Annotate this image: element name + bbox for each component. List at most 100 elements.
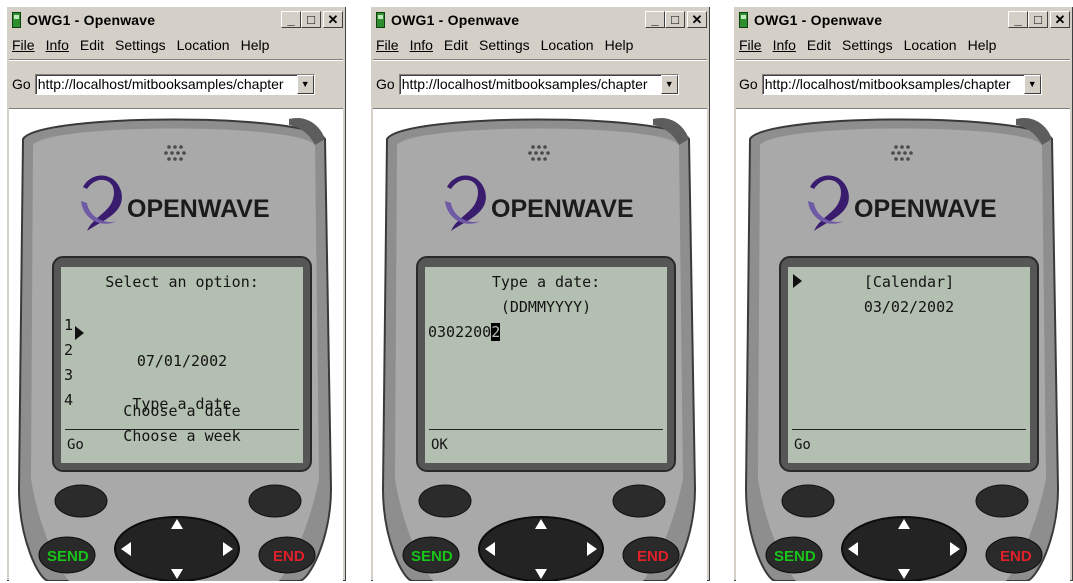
title-bar: OWG1 - Openwave _ □ ✕ [9,9,343,31]
date-format-hint: (DDMMYYYY) [500,298,592,316]
emulator-window-1: OWG1 - Openwave _ □ ✕ File Info Edit Set… [6,6,346,581]
close-icon: ✕ [327,12,339,27]
minimize-icon: _ [287,12,295,27]
menu-info-label: Info [409,37,433,53]
menu-edit-label: Edit [79,37,105,53]
brand-logo-text: OPENWAVE [854,195,997,223]
close-button[interactable]: ✕ [687,11,707,28]
menu-settings-label: Settings [479,37,530,53]
maximize-icon: □ [671,12,679,27]
menu-help-label: Help [604,37,634,53]
phone-lcd-screen: Select an option: 1 07/01/2002 2 Type a … [61,267,303,463]
url-combobox[interactable]: http://localhost/mitbooksamples/chapter … [761,73,1042,95]
end-key[interactable]: END [637,548,669,565]
menu-edit[interactable]: Edit [444,37,468,53]
url-combobox[interactable]: http://localhost/mitbooksamples/chapter … [34,73,315,95]
maximize-button[interactable]: □ [301,11,321,28]
date-input[interactable]: 03022002 [428,323,667,345]
maximize-icon: □ [1034,12,1042,27]
menu-info[interactable]: Info [46,37,69,53]
menu-help[interactable]: Help [241,37,270,53]
menu-location-label: Location [540,37,594,53]
menu-edit[interactable]: Edit [80,37,104,53]
close-button[interactable]: ✕ [1050,11,1070,28]
minimize-icon: _ [651,12,659,27]
address-bar: Go http://localhost/mitbooksamples/chapt… [373,72,707,96]
maximize-button[interactable]: □ [665,11,685,28]
end-key[interactable]: END [273,548,305,565]
url-dropdown-button[interactable]: ▼ [1023,74,1041,94]
url-text: http://localhost/mitbooksamples/chapter [401,75,648,92]
phone-lcd-screen: [Calendar] 03/02/2002 Go [788,267,1030,463]
menu-location[interactable]: Location [904,37,957,53]
phone-app-icon [376,12,385,28]
text-cursor: 2 [491,323,501,341]
softkey-divider [792,429,1026,430]
softkey-divider [429,429,663,430]
send-key[interactable]: SEND [47,548,89,565]
softkey-go[interactable]: Go [794,437,811,453]
softkey-go[interactable]: Go [67,437,84,453]
menu-file[interactable]: File [376,37,399,53]
maximize-button[interactable]: □ [1028,11,1048,28]
menu-info[interactable]: Info [773,37,796,53]
menu-bar: File Info Edit Settings Location Help [9,34,343,56]
menu-location[interactable]: Location [177,37,230,53]
url-dropdown-button[interactable]: ▼ [660,74,678,94]
send-key[interactable]: SEND [411,548,453,565]
list-item[interactable]: 3 Choose a date [61,348,303,420]
phone-app-icon [12,12,21,28]
list-item[interactable]: 4 Choose a week [61,373,303,445]
list-item[interactable]: 1 07/01/2002 [61,298,303,370]
menu-settings[interactable]: Settings [842,37,893,53]
toolbar-divider [736,59,1070,61]
title-bar: OWG1 - Openwave _ □ ✕ [736,9,1070,31]
chevron-down-icon: ▼ [300,78,310,89]
brand-logo-text: OPENWAVE [491,195,634,223]
menu-edit-label: Edit [443,37,469,53]
send-key[interactable]: SEND [774,548,816,565]
calendar-link[interactable]: [Calendar] [788,273,1030,295]
softkey-ok[interactable]: OK [431,437,448,453]
menu-info-label: Info [45,37,69,53]
list-item[interactable]: 2 Type a date [61,323,303,413]
menu-file-label: File [12,37,35,53]
url-text: http://localhost/mitbooksamples/chapter [37,75,284,92]
phone-app-icon [739,12,748,28]
close-icon: ✕ [1054,12,1066,27]
menu-location-label: Location [176,37,230,53]
menu-file-label: File [376,37,399,53]
address-bar: Go http://localhost/mitbooksamples/chapt… [9,72,343,96]
menu-edit[interactable]: Edit [807,37,831,53]
menu-file[interactable]: File [12,37,35,53]
go-label: Go [739,76,758,92]
emulator-window-3: OWG1 - Openwave _ □ ✕ File Info Edit Set… [733,6,1073,581]
end-key[interactable]: END [1000,548,1032,565]
close-button[interactable]: ✕ [323,11,343,28]
menu-location-label: Location [903,37,957,53]
minimize-button[interactable]: _ [281,11,301,28]
menu-settings[interactable]: Settings [479,37,530,53]
chevron-down-icon: ▼ [1027,78,1037,89]
phone-lcd-screen: Type a date: (DDMMYYYY) 03022002 OK [425,267,667,463]
menu-help[interactable]: Help [605,37,634,53]
go-label: Go [12,76,31,92]
menu-edit-label: Edit [806,37,832,53]
menu-file[interactable]: File [739,37,762,53]
screen-title: Type a date: [491,273,601,291]
menu-settings[interactable]: Settings [115,37,166,53]
minimize-button[interactable]: _ [1008,11,1028,28]
menu-info[interactable]: Info [410,37,433,53]
brand-logo-text: OPENWAVE [127,195,270,223]
menu-help[interactable]: Help [968,37,997,53]
minimize-button[interactable]: _ [645,11,665,28]
phone-view: OPENWAVE SEND END [Calendar] 03/02/2002 … [736,108,1070,581]
menu-info-label: Info [772,37,796,53]
url-dropdown-button[interactable]: ▼ [296,74,314,94]
menu-help-label: Help [967,37,997,53]
title-bar: OWG1 - Openwave _ □ ✕ [373,9,707,31]
go-label: Go [376,76,395,92]
menu-help-label: Help [240,37,270,53]
menu-location[interactable]: Location [541,37,594,53]
url-combobox[interactable]: http://localhost/mitbooksamples/chapter … [398,73,679,95]
